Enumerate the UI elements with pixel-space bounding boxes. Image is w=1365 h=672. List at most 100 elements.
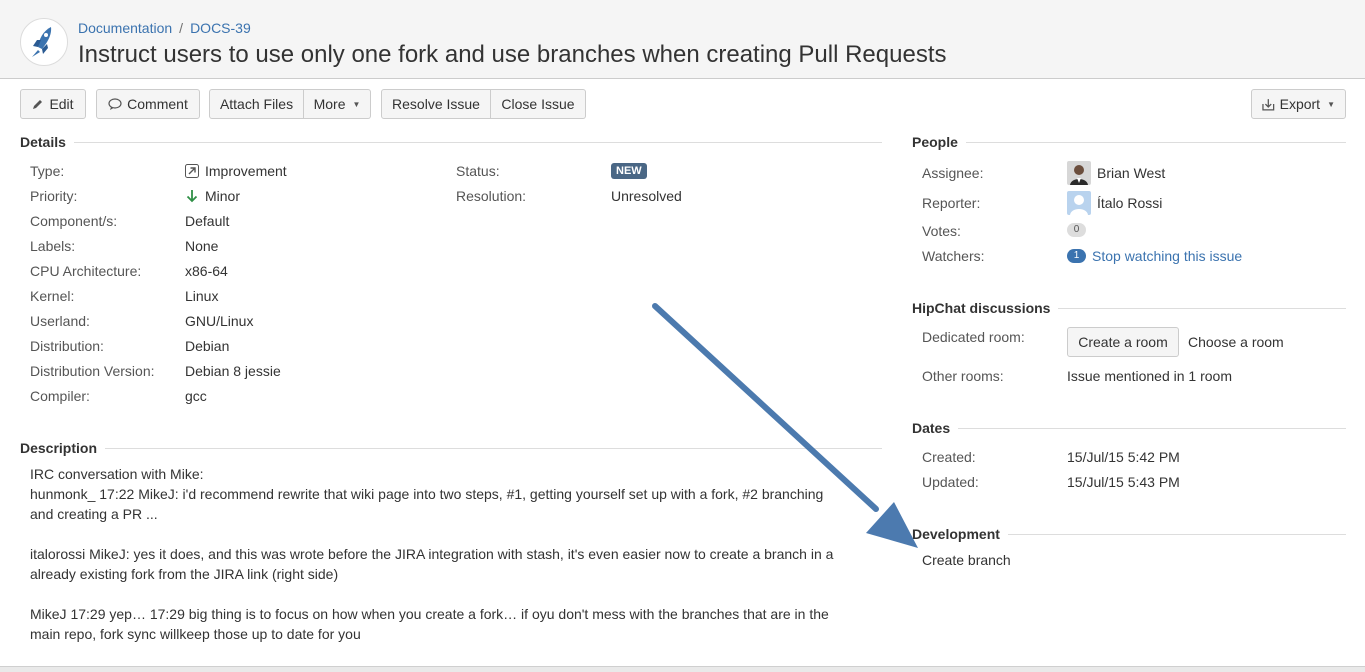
userland-value: GNU/Linux	[185, 313, 254, 329]
breadcrumb-separator: /	[179, 20, 184, 36]
more-button[interactable]: More ▼	[304, 89, 371, 119]
chevron-down-icon: ▼	[352, 99, 361, 109]
kernel-value: Linux	[185, 288, 219, 304]
close-issue-label: Close Issue	[501, 96, 575, 112]
votes-count-badge: 0	[1067, 223, 1086, 237]
chevron-down-icon: ▼	[1327, 99, 1335, 109]
export-button[interactable]: Export ▼	[1251, 89, 1346, 119]
watchers-label: Watchers:	[922, 248, 985, 264]
export-icon	[1262, 98, 1275, 110]
reporter-label: Reporter:	[922, 195, 981, 211]
type-label: Type:	[30, 163, 65, 179]
labels-label: Labels:	[30, 238, 76, 254]
resolution-value: Unresolved	[611, 188, 682, 204]
description-divider	[105, 447, 882, 449]
distribution-value: Debian	[185, 338, 230, 354]
resolution-label: Resolution:	[456, 188, 527, 204]
comment-button[interactable]: Comment	[96, 89, 200, 119]
stop-watching-link[interactable]: Stop watching this issue	[1092, 248, 1242, 264]
votes-value[interactable]: 0	[1067, 223, 1086, 237]
assignee-value[interactable]: Brian West	[1067, 161, 1165, 185]
hipchat-heading[interactable]: HipChat discussions	[912, 300, 1346, 316]
status-lozenge: NEW	[611, 163, 647, 179]
userland-label: Userland:	[30, 313, 90, 329]
details-divider	[73, 141, 882, 143]
hipchat-heading-text: HipChat discussions	[912, 300, 1051, 316]
description-line: hunmonk_ 17:22 MikeJ: i'd recommend rewr…	[30, 486, 824, 522]
details-heading-text: Details	[20, 134, 66, 150]
issue-header: Documentation / DOCS-39 Instruct users to …	[0, 0, 1365, 79]
rocket-icon	[32, 27, 52, 57]
development-divider	[1007, 533, 1346, 535]
cpu-architecture-label: CPU Architecture:	[30, 263, 142, 279]
resolve-issue-label: Resolve Issue	[392, 96, 480, 112]
close-issue-button[interactable]: Close Issue	[491, 89, 586, 119]
issue-title[interactable]: Instruct users to use only one fork and …	[78, 41, 947, 69]
create-room-button[interactable]: Create a room	[1067, 327, 1179, 357]
votes-label: Votes:	[922, 223, 961, 239]
components-link[interactable]: Default	[185, 213, 229, 229]
labels-value: None	[185, 238, 219, 254]
description-heading[interactable]: Description	[20, 440, 882, 456]
avatar	[1067, 191, 1091, 215]
speech-bubble-icon	[108, 98, 122, 110]
description-paragraph: MikeJ 17:29 yep… 17:29 big thing is to f…	[30, 606, 829, 642]
comment-button-label: Comment	[127, 96, 188, 112]
updated-label: Updated:	[922, 474, 979, 490]
arrow-down-icon	[186, 190, 198, 203]
watchers-value: 1 Stop watching this issue	[1067, 248, 1242, 264]
avatar	[1067, 161, 1091, 185]
dedicated-room-label: Dedicated room:	[922, 329, 1025, 345]
description-line: IRC conversation with Mike:	[30, 466, 204, 482]
assignee-label: Assignee:	[922, 165, 984, 181]
footer-strip	[0, 666, 1365, 672]
status-value: NEW	[611, 163, 647, 179]
edit-button[interactable]: Edit	[20, 89, 86, 119]
distribution-label: Distribution:	[30, 338, 104, 354]
compiler-value: gcc	[185, 388, 207, 404]
improvement-icon	[185, 164, 199, 178]
created-label: Created:	[922, 449, 976, 465]
attach-files-label: Attach Files	[219, 96, 294, 112]
description-heading-text: Description	[20, 440, 98, 456]
kernel-label: Kernel:	[30, 288, 75, 304]
attach-files-button[interactable]: Attach Files	[209, 89, 304, 119]
export-label: Export	[1279, 96, 1321, 112]
watchers-count-badge[interactable]: 1	[1067, 249, 1086, 263]
development-heading-text: Development	[912, 526, 1000, 542]
reporter-name: Ítalo Rossi	[1097, 195, 1163, 211]
people-heading[interactable]: People	[912, 134, 1346, 150]
description-body[interactable]: IRC conversation with Mike: hunmonk_ 17:…	[30, 464, 850, 644]
pencil-icon	[33, 100, 43, 109]
reporter-value[interactable]: Ítalo Rossi	[1067, 191, 1162, 215]
create-branch-link[interactable]: Create branch	[922, 552, 1011, 568]
priority-label: Priority:	[30, 188, 78, 204]
status-label: Status:	[456, 163, 500, 179]
development-heading[interactable]: Development	[912, 526, 1346, 542]
assignee-name: Brian West	[1097, 165, 1166, 181]
issue-mentioned-link[interactable]: Issue mentioned in 1 room	[1067, 368, 1232, 384]
distribution-version-value: Debian 8 jessie	[185, 363, 281, 379]
project-avatar[interactable]	[20, 18, 68, 66]
breadcrumb: Documentation / DOCS-39	[78, 20, 251, 36]
priority-value-text: Minor	[205, 188, 241, 204]
dates-heading[interactable]: Dates	[912, 420, 1346, 436]
updated-value: 15/Jul/15 5:43 PM	[1067, 474, 1180, 490]
type-value-text: Improvement	[205, 163, 287, 179]
resolve-issue-button[interactable]: Resolve Issue	[381, 89, 491, 119]
dates-divider	[958, 427, 1346, 429]
hipchat-divider	[1058, 307, 1346, 309]
cpu-architecture-value: x86-64	[185, 263, 228, 279]
created-value: 15/Jul/15 5:42 PM	[1067, 449, 1180, 465]
choose-room-link[interactable]: Choose a room	[1188, 334, 1284, 350]
people-heading-text: People	[912, 134, 958, 150]
compiler-label: Compiler:	[30, 388, 90, 404]
details-heading[interactable]: Details	[20, 134, 882, 150]
description-paragraph: italorossi MikeJ: yes it does, and this …	[30, 546, 834, 582]
dates-heading-text: Dates	[912, 420, 951, 436]
breadcrumb-project-link[interactable]: Documentation	[78, 20, 172, 36]
type-value: Improvement	[185, 163, 287, 179]
people-divider	[965, 141, 1346, 143]
components-label: Component/s:	[30, 213, 118, 229]
breadcrumb-issue-key-link[interactable]: DOCS-39	[190, 20, 251, 36]
